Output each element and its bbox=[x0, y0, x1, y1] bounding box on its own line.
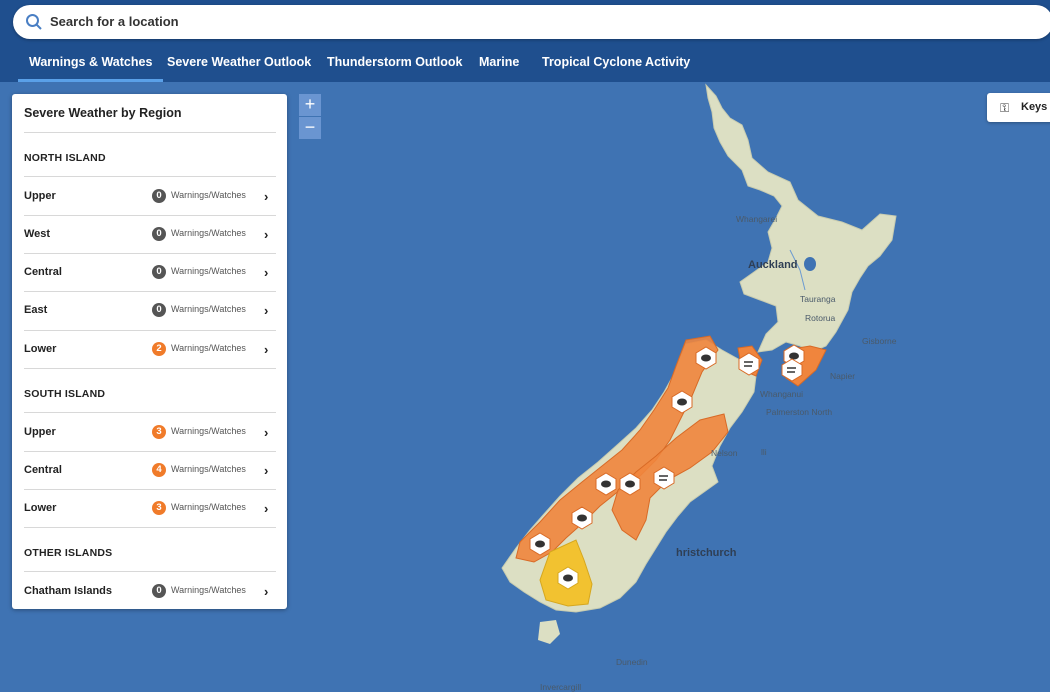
region-row-north-east[interactable]: East 0 Warnings/Watches › bbox=[12, 291, 287, 329]
region-name: West bbox=[24, 228, 51, 240]
key-icon: ⚿ bbox=[1000, 101, 1010, 115]
section-south-island: SOUTH ISLAND bbox=[24, 388, 106, 400]
region-row-north-upper[interactable]: Upper 0 Warnings/Watches › bbox=[12, 177, 287, 215]
region-row-south-upper[interactable]: Upper 3 Warnings/Watches › bbox=[12, 413, 287, 451]
chevron-right-icon: › bbox=[264, 463, 269, 478]
city-label: Palmerston North bbox=[766, 407, 833, 417]
warnings-watches-label: Warnings/Watches bbox=[171, 190, 246, 200]
search-placeholder: Search for a location bbox=[50, 14, 179, 29]
city-label: Napier bbox=[830, 371, 856, 381]
panel-title: Severe Weather by Region bbox=[24, 106, 182, 120]
keys-label: Keys bbox=[1021, 101, 1048, 113]
section-north-island: NORTH ISLAND bbox=[24, 152, 106, 164]
region-row-south-lower[interactable]: Lower 3 Warnings/Watches › bbox=[12, 489, 287, 527]
region-name: Upper bbox=[24, 190, 56, 202]
chevron-right-icon: › bbox=[264, 584, 269, 599]
tab-thunderstorm-outlook[interactable]: Thunderstorm Outlook bbox=[327, 44, 462, 82]
divider bbox=[24, 132, 276, 133]
warning-count-badge: 0 bbox=[152, 227, 166, 241]
tab-severe-weather-outlook[interactable]: Severe Weather Outlook bbox=[167, 44, 311, 82]
city-label: lli bbox=[761, 447, 767, 457]
city-label: hristchurch bbox=[676, 547, 737, 559]
city-label: Gisborne bbox=[862, 336, 897, 346]
chevron-right-icon: › bbox=[264, 342, 269, 357]
warning-count-badge: 2 bbox=[152, 342, 166, 356]
divider bbox=[24, 368, 276, 369]
top-bar: Search for a location bbox=[0, 0, 1050, 44]
chevron-right-icon: › bbox=[264, 227, 269, 242]
tab-bar: Warnings & Watches Severe Weather Outloo… bbox=[0, 44, 1050, 82]
chevron-right-icon: › bbox=[264, 501, 269, 516]
warnings-watches-label: Warnings/Watches bbox=[171, 228, 246, 238]
tab-marine[interactable]: Marine bbox=[479, 44, 519, 82]
section-other-islands: OTHER ISLANDS bbox=[24, 547, 113, 559]
region-panel: Severe Weather by Region NORTH ISLAND Up… bbox=[12, 94, 287, 609]
city-label: Whanganui bbox=[760, 389, 804, 399]
search-input[interactable]: Search for a location bbox=[13, 5, 1050, 39]
warnings-watches-label: Warnings/Watches bbox=[171, 464, 246, 474]
warning-count-badge: 0 bbox=[152, 303, 166, 317]
chevron-right-icon: › bbox=[264, 265, 269, 280]
tab-warnings-watches[interactable]: Warnings & Watches bbox=[18, 44, 164, 82]
city-label: Whangarei bbox=[736, 214, 778, 224]
region-row-north-west[interactable]: West 0 Warnings/Watches › bbox=[12, 215, 287, 253]
city-label: Dunedin bbox=[616, 657, 648, 667]
warning-count-badge: 0 bbox=[152, 584, 166, 598]
region-name: Upper bbox=[24, 426, 56, 438]
region-name: Central bbox=[24, 266, 62, 278]
region-row-north-lower[interactable]: Lower 2 Warnings/Watches › bbox=[12, 330, 287, 368]
warning-count-badge: 0 bbox=[152, 265, 166, 279]
city-label: Rotorua bbox=[805, 313, 836, 323]
region-row-north-central[interactable]: Central 0 Warnings/Watches › bbox=[12, 253, 287, 291]
chevron-right-icon: › bbox=[264, 303, 269, 318]
keys-button[interactable]: ⚿ Keys bbox=[987, 93, 1050, 122]
region-name: Chatham Islands bbox=[24, 585, 113, 597]
divider bbox=[24, 527, 276, 528]
city-label: Invercargill bbox=[540, 682, 582, 692]
chevron-right-icon: › bbox=[264, 425, 269, 440]
warnings-watches-label: Warnings/Watches bbox=[171, 266, 246, 276]
region-name: East bbox=[24, 304, 48, 316]
warning-count-badge: 3 bbox=[152, 425, 166, 439]
chevron-right-icon: › bbox=[264, 189, 269, 204]
region-name: Central bbox=[24, 464, 62, 476]
region-row-chatham-islands[interactable]: Chatham Islands 0 Warnings/Watches › bbox=[12, 572, 287, 610]
warnings-watches-label: Warnings/Watches bbox=[171, 343, 246, 353]
city-label: Tauranga bbox=[800, 294, 836, 304]
warning-count-badge: 4 bbox=[152, 463, 166, 477]
warning-count-badge: 3 bbox=[152, 501, 166, 515]
warnings-watches-label: Warnings/Watches bbox=[171, 502, 246, 512]
region-row-south-central[interactable]: Central 4 Warnings/Watches › bbox=[12, 451, 287, 489]
search-icon bbox=[26, 14, 42, 30]
warnings-watches-label: Warnings/Watches bbox=[171, 426, 246, 436]
city-label: Auckland bbox=[748, 259, 798, 271]
tab-tropical-cyclone-activity[interactable]: Tropical Cyclone Activity bbox=[542, 44, 690, 82]
city-label: Nelson bbox=[711, 448, 738, 458]
region-name: Lower bbox=[24, 502, 57, 514]
region-name: Lower bbox=[24, 343, 57, 355]
zoom-in-button[interactable]: + bbox=[299, 94, 321, 116]
warning-count-badge: 0 bbox=[152, 189, 166, 203]
warnings-watches-label: Warnings/Watches bbox=[171, 304, 246, 314]
zoom-out-button[interactable]: − bbox=[299, 117, 321, 139]
warnings-watches-label: Warnings/Watches bbox=[171, 585, 246, 595]
lake-taupo bbox=[804, 257, 816, 271]
